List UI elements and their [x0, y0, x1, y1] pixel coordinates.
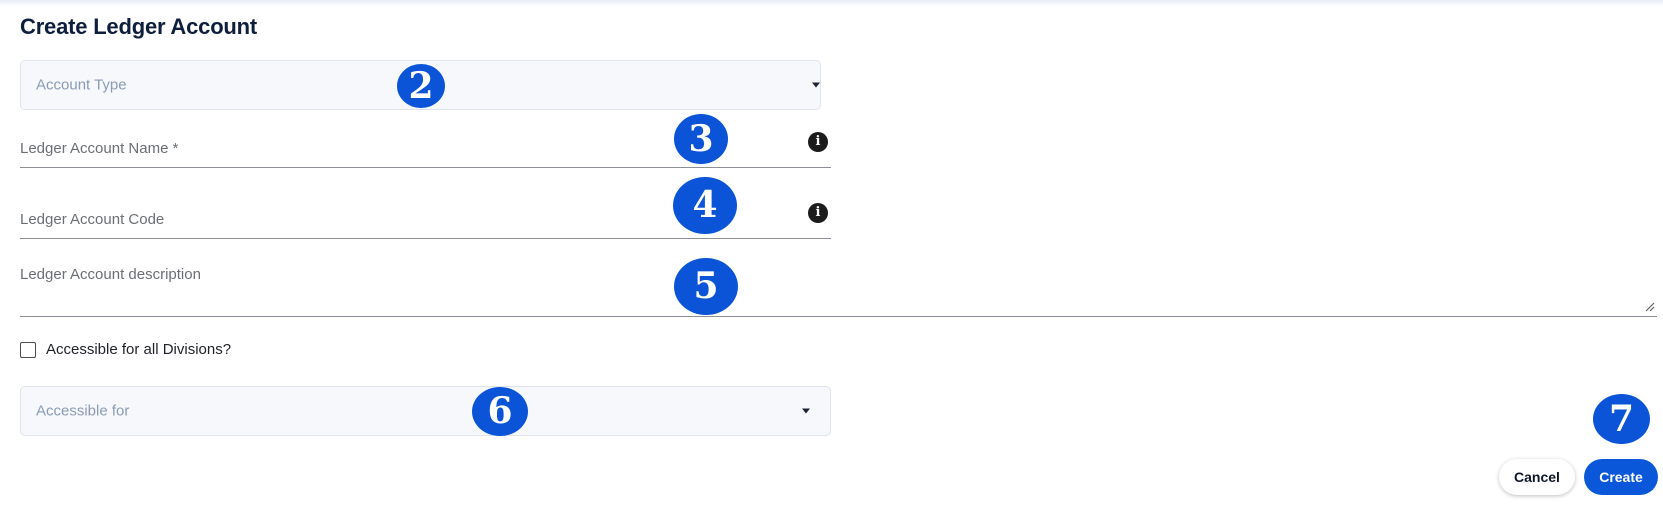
chevron-down-icon — [812, 82, 820, 88]
accessible-all-divisions-checkbox[interactable] — [20, 342, 36, 358]
ledger-account-name-label: Ledger Account Name * — [20, 140, 179, 157]
info-icon[interactable]: i — [808, 203, 828, 223]
cancel-button[interactable]: Cancel — [1499, 459, 1575, 495]
page-title: Create Ledger Account — [20, 14, 258, 39]
step-marker-7: 7 — [1593, 394, 1650, 444]
accessible-for-placeholder: Accessible for — [36, 402, 130, 420]
ledger-account-code-label: Ledger Account Code — [20, 211, 165, 228]
resize-grip-icon[interactable] — [1645, 302, 1655, 312]
accessible-all-divisions-label: Accessible for all Divisions? — [46, 341, 232, 358]
chevron-down-icon — [802, 408, 810, 414]
accessible-for-select[interactable]: Accessible for — [20, 386, 831, 436]
account-type-placeholder: Account Type — [36, 76, 127, 94]
step-marker-6: 6 — [472, 387, 528, 436]
step-marker-3: 3 — [674, 114, 728, 164]
info-icon[interactable]: i — [808, 132, 828, 152]
header-shadow — [0, 0, 1663, 6]
ledger-account-description-label: Ledger Account description — [20, 266, 201, 283]
ledger-account-description-textarea[interactable]: Ledger Account description — [20, 258, 1657, 317]
create-button[interactable]: Create — [1584, 459, 1658, 495]
step-marker-4: 4 — [673, 177, 737, 234]
step-marker-5: 5 — [674, 258, 738, 315]
step-marker-2: 2 — [397, 64, 445, 108]
